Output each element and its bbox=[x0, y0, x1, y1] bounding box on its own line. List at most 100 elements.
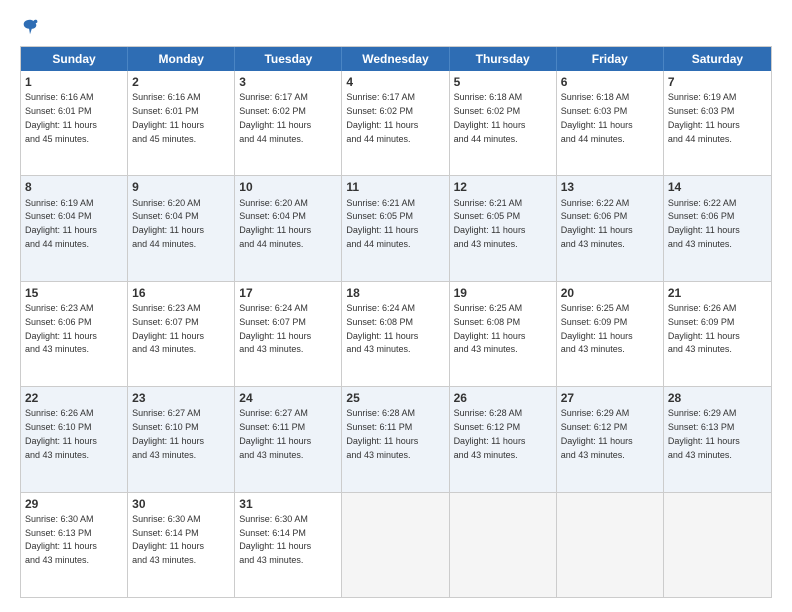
day-info: Sunrise: 6:20 AMSunset: 6:04 PMDaylight:… bbox=[239, 198, 311, 249]
day-info: Sunrise: 6:27 AMSunset: 6:11 PMDaylight:… bbox=[239, 408, 311, 459]
weekday-header: Thursday bbox=[450, 47, 557, 71]
calendar: SundayMondayTuesdayWednesdayThursdayFrid… bbox=[20, 46, 772, 598]
day-number: 7 bbox=[668, 74, 767, 90]
day-info: Sunrise: 6:28 AMSunset: 6:12 PMDaylight:… bbox=[454, 408, 526, 459]
calendar-cell: 9 Sunrise: 6:20 AMSunset: 6:04 PMDaylight… bbox=[128, 176, 235, 280]
calendar-cell: 8 Sunrise: 6:19 AMSunset: 6:04 PMDaylight… bbox=[21, 176, 128, 280]
day-info: Sunrise: 6:26 AMSunset: 6:09 PMDaylight:… bbox=[668, 303, 740, 354]
day-info: Sunrise: 6:30 AMSunset: 6:14 PMDaylight:… bbox=[239, 514, 311, 565]
day-number: 11 bbox=[346, 179, 444, 195]
calendar-cell: 11 Sunrise: 6:21 AMSunset: 6:05 PMDayligh… bbox=[342, 176, 449, 280]
day-number: 14 bbox=[668, 179, 767, 195]
day-info: Sunrise: 6:18 AMSunset: 6:03 PMDaylight:… bbox=[561, 92, 633, 143]
day-number: 25 bbox=[346, 390, 444, 406]
calendar-cell bbox=[342, 493, 449, 597]
day-number: 24 bbox=[239, 390, 337, 406]
day-number: 31 bbox=[239, 496, 337, 512]
day-number: 26 bbox=[454, 390, 552, 406]
day-info: Sunrise: 6:18 AMSunset: 6:02 PMDaylight:… bbox=[454, 92, 526, 143]
calendar-cell: 22Sunrise: 6:26 AMSunset: 6:10 PMDayligh… bbox=[21, 387, 128, 491]
calendar-cell: 26 Sunrise: 6:28 AMSunset: 6:12 PMDayligh… bbox=[450, 387, 557, 491]
day-info: Sunrise: 6:30 AMSunset: 6:13 PMDaylight:… bbox=[25, 514, 97, 565]
calendar-cell: 29 Sunrise: 6:30 AMSunset: 6:13 PMDayligh… bbox=[21, 493, 128, 597]
day-info: Sunrise: 6:16 AMSunset: 6:01 PMDaylight:… bbox=[25, 92, 97, 143]
calendar-cell: 25 Sunrise: 6:28 AMSunset: 6:11 PMDayligh… bbox=[342, 387, 449, 491]
weekday-header: Saturday bbox=[664, 47, 771, 71]
day-info: Sunrise: 6:23 AMSunset: 6:07 PMDaylight:… bbox=[132, 303, 204, 354]
day-number: 16 bbox=[132, 285, 230, 301]
day-number: 9 bbox=[132, 179, 230, 195]
day-number: 21 bbox=[668, 285, 767, 301]
day-info: Sunrise: 6:28 AMSunset: 6:11 PMDaylight:… bbox=[346, 408, 418, 459]
day-info: Sunrise: 6:19 AMSunset: 6:03 PMDaylight:… bbox=[668, 92, 740, 143]
calendar-cell: 1 Sunrise: 6:16 AMSunset: 6:01 PMDaylight… bbox=[21, 71, 128, 175]
day-info: Sunrise: 6:27 AMSunset: 6:10 PMDaylight:… bbox=[132, 408, 204, 459]
day-info: Sunrise: 6:21 AMSunset: 6:05 PMDaylight:… bbox=[454, 198, 526, 249]
day-number: 2 bbox=[132, 74, 230, 90]
calendar-cell: 23Sunrise: 6:27 AMSunset: 6:10 PMDayligh… bbox=[128, 387, 235, 491]
calendar-cell: 21 Sunrise: 6:26 AMSunset: 6:09 PMDayligh… bbox=[664, 282, 771, 386]
calendar-cell: 28Sunrise: 6:29 AMSunset: 6:13 PMDayligh… bbox=[664, 387, 771, 491]
weekday-header: Monday bbox=[128, 47, 235, 71]
calendar-cell: 14 Sunrise: 6:22 AMSunset: 6:06 PMDayligh… bbox=[664, 176, 771, 280]
calendar-cell bbox=[557, 493, 664, 597]
day-info: Sunrise: 6:22 AMSunset: 6:06 PMDaylight:… bbox=[668, 198, 740, 249]
calendar-cell: 27 Sunrise: 6:29 AMSunset: 6:12 PMDayligh… bbox=[557, 387, 664, 491]
calendar-cell: 5 Sunrise: 6:18 AMSunset: 6:02 PMDaylight… bbox=[450, 71, 557, 175]
day-info: Sunrise: 6:17 AMSunset: 6:02 PMDaylight:… bbox=[239, 92, 311, 143]
calendar-cell: 24 Sunrise: 6:27 AMSunset: 6:11 PMDayligh… bbox=[235, 387, 342, 491]
day-number: 29 bbox=[25, 496, 123, 512]
day-info: Sunrise: 6:17 AMSunset: 6:02 PMDaylight:… bbox=[346, 92, 418, 143]
calendar-cell: 31 Sunrise: 6:30 AMSunset: 6:14 PMDayligh… bbox=[235, 493, 342, 597]
calendar-cell: 20Sunrise: 6:25 AMSunset: 6:09 PMDayligh… bbox=[557, 282, 664, 386]
calendar-row: 8 Sunrise: 6:19 AMSunset: 6:04 PMDaylight… bbox=[21, 175, 771, 280]
day-number: 15 bbox=[25, 285, 123, 301]
day-info: Sunrise: 6:22 AMSunset: 6:06 PMDaylight:… bbox=[561, 198, 633, 249]
day-number: 10 bbox=[239, 179, 337, 195]
day-number: 3 bbox=[239, 74, 337, 90]
day-number: 30 bbox=[132, 496, 230, 512]
calendar-cell: 16 Sunrise: 6:23 AMSunset: 6:07 PMDayligh… bbox=[128, 282, 235, 386]
calendar-cell: 4 Sunrise: 6:17 AMSunset: 6:02 PMDaylight… bbox=[342, 71, 449, 175]
day-info: Sunrise: 6:25 AMSunset: 6:09 PMDaylight:… bbox=[561, 303, 633, 354]
day-number: 4 bbox=[346, 74, 444, 90]
calendar-cell: 7 Sunrise: 6:19 AMSunset: 6:03 PMDaylight… bbox=[664, 71, 771, 175]
day-info: Sunrise: 6:21 AMSunset: 6:05 PMDaylight:… bbox=[346, 198, 418, 249]
day-number: 6 bbox=[561, 74, 659, 90]
day-number: 17 bbox=[239, 285, 337, 301]
day-info: Sunrise: 6:20 AMSunset: 6:04 PMDaylight:… bbox=[132, 198, 204, 249]
calendar-cell: 15 Sunrise: 6:23 AMSunset: 6:06 PMDayligh… bbox=[21, 282, 128, 386]
day-number: 12 bbox=[454, 179, 552, 195]
day-number: 18 bbox=[346, 285, 444, 301]
calendar-cell: 19Sunrise: 6:25 AMSunset: 6:08 PMDayligh… bbox=[450, 282, 557, 386]
calendar-cell bbox=[450, 493, 557, 597]
day-number: 8 bbox=[25, 179, 123, 195]
calendar-cell: 13 Sunrise: 6:22 AMSunset: 6:06 PMDayligh… bbox=[557, 176, 664, 280]
calendar-cell: 12 Sunrise: 6:21 AMSunset: 6:05 PMDayligh… bbox=[450, 176, 557, 280]
day-number: 13 bbox=[561, 179, 659, 195]
calendar-header: SundayMondayTuesdayWednesdayThursdayFrid… bbox=[21, 47, 771, 71]
weekday-header: Friday bbox=[557, 47, 664, 71]
calendar-row: 22Sunrise: 6:26 AMSunset: 6:10 PMDayligh… bbox=[21, 386, 771, 491]
page: SundayMondayTuesdayWednesdayThursdayFrid… bbox=[0, 0, 792, 612]
calendar-cell: 3 Sunrise: 6:17 AMSunset: 6:02 PMDaylight… bbox=[235, 71, 342, 175]
day-number: 22 bbox=[25, 390, 123, 406]
day-info: Sunrise: 6:19 AMSunset: 6:04 PMDaylight:… bbox=[25, 198, 97, 249]
calendar-row: 15 Sunrise: 6:23 AMSunset: 6:06 PMDayligh… bbox=[21, 281, 771, 386]
calendar-row: 1 Sunrise: 6:16 AMSunset: 6:01 PMDaylight… bbox=[21, 71, 771, 175]
day-info: Sunrise: 6:16 AMSunset: 6:01 PMDaylight:… bbox=[132, 92, 204, 143]
calendar-cell: 10 Sunrise: 6:20 AMSunset: 6:04 PMDayligh… bbox=[235, 176, 342, 280]
calendar-cell: 2 Sunrise: 6:16 AMSunset: 6:01 PMDaylight… bbox=[128, 71, 235, 175]
day-number: 27 bbox=[561, 390, 659, 406]
day-info: Sunrise: 6:29 AMSunset: 6:12 PMDaylight:… bbox=[561, 408, 633, 459]
day-number: 5 bbox=[454, 74, 552, 90]
calendar-cell: 30Sunrise: 6:30 AMSunset: 6:14 PMDayligh… bbox=[128, 493, 235, 597]
calendar-cell: 17Sunrise: 6:24 AMSunset: 6:07 PMDayligh… bbox=[235, 282, 342, 386]
calendar-row: 29 Sunrise: 6:30 AMSunset: 6:13 PMDayligh… bbox=[21, 492, 771, 597]
calendar-cell: 6 Sunrise: 6:18 AMSunset: 6:03 PMDaylight… bbox=[557, 71, 664, 175]
weekday-header: Sunday bbox=[21, 47, 128, 71]
day-info: Sunrise: 6:24 AMSunset: 6:08 PMDaylight:… bbox=[346, 303, 418, 354]
day-info: Sunrise: 6:23 AMSunset: 6:06 PMDaylight:… bbox=[25, 303, 97, 354]
day-number: 1 bbox=[25, 74, 123, 90]
logo bbox=[20, 18, 39, 36]
